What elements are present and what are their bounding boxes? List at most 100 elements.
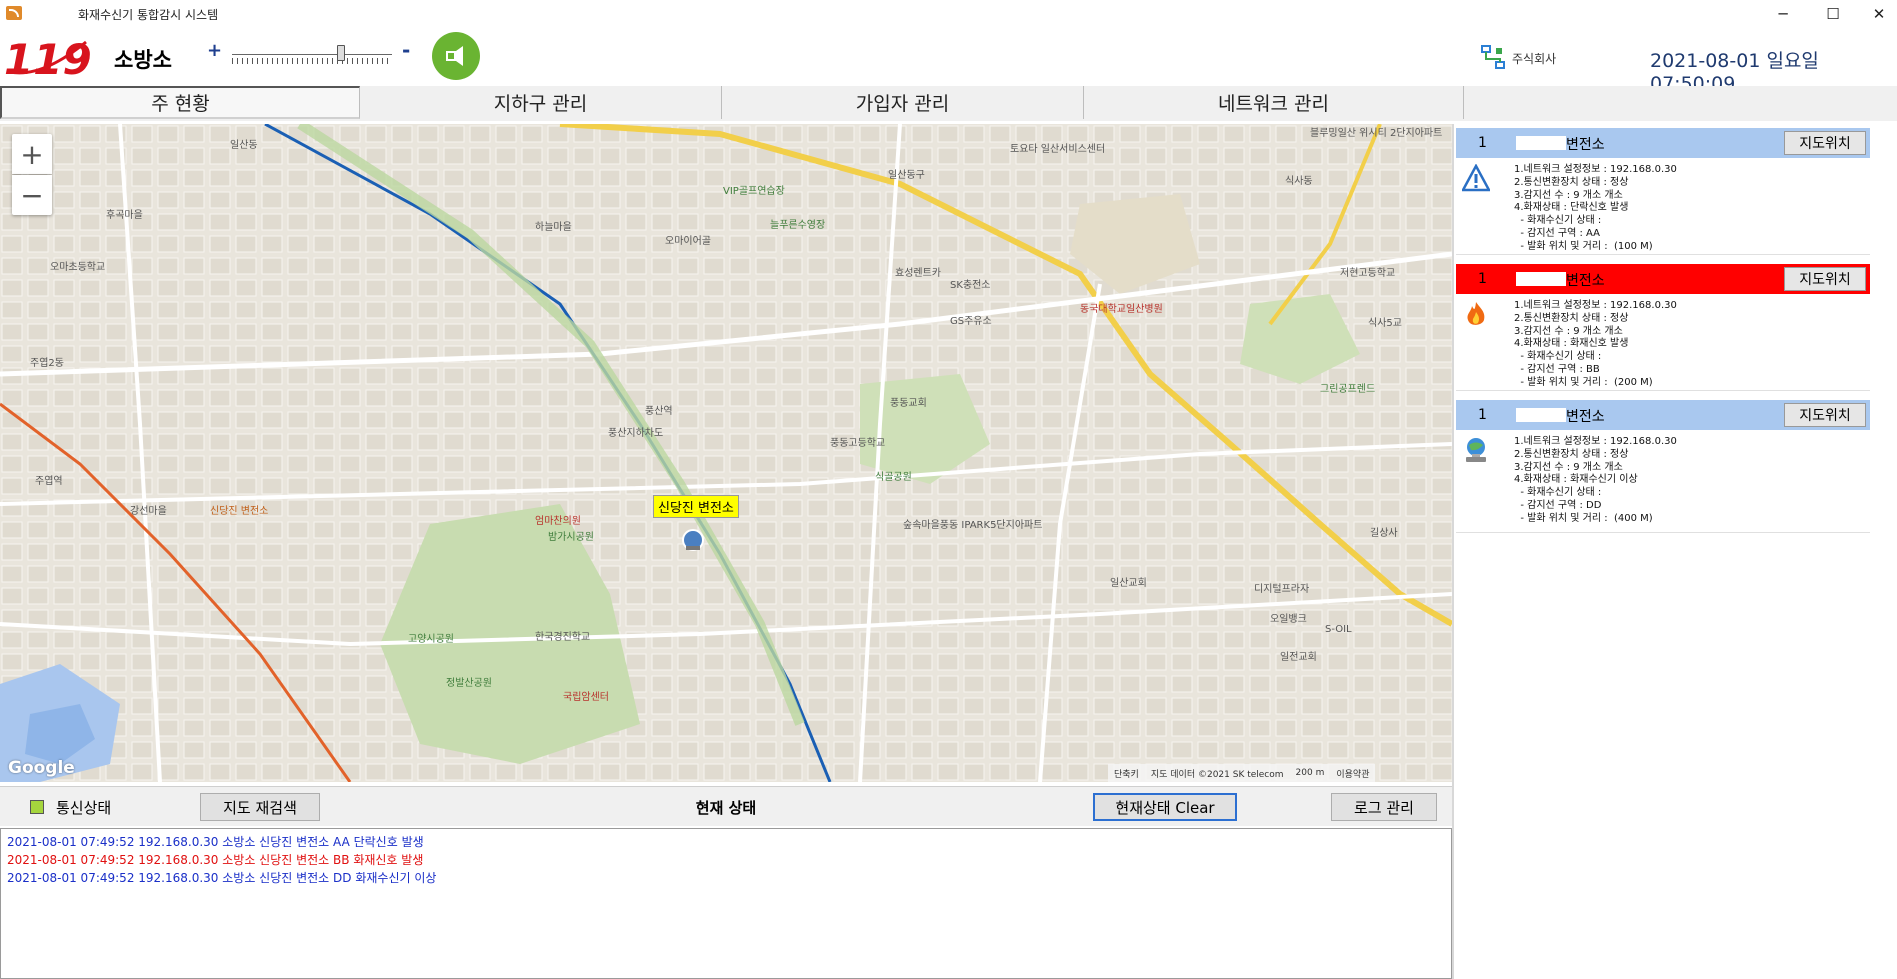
log-entry: 2021-08-01 07:49:52 192.168.0.30 소방소 신당진… <box>7 835 424 849</box>
speaker-button[interactable] <box>432 32 480 80</box>
detail-line: 2.통신변환장치 상태 : 정상 <box>1514 312 1629 324</box>
log-entry: 2021-08-01 07:49:52 192.168.0.30 소방소 신당진… <box>7 853 424 867</box>
substation-marker-label[interactable]: 신당진 변전소 <box>653 495 739 518</box>
map-data-attribution: 지도 데이터 ©2021 SK telecom <box>1150 769 1284 780</box>
map-label: 풍동고등학교 <box>830 438 886 449</box>
map-label: S-OIL <box>1325 624 1352 635</box>
speaker-icon <box>446 46 463 66</box>
minimize-button[interactable]: ─ <box>1760 0 1806 28</box>
tab-bar: 주 현황 지하구 관리 가입자 관리 네트워크 관리 <box>0 86 1897 121</box>
detail-line: 3.감지선 수 : 9 개소 개소 <box>1514 189 1623 201</box>
map-location-button[interactable]: 지도위치 <box>1784 131 1866 155</box>
company-logo-icon <box>1481 45 1505 69</box>
close-button[interactable]: ✕ <box>1856 0 1897 28</box>
card-name: 변전소 <box>1566 273 1605 289</box>
detail-line: 1.네트워크 설정정보 : 192.168.0.30 <box>1514 436 1677 447</box>
detail-line: 1.네트워크 설정정보 : 192.168.0.30 <box>1514 164 1677 175</box>
card-header: 1 변전소 지도위치 <box>1456 264 1870 294</box>
map-label: 풍산지하차도 <box>608 428 664 439</box>
detail-line: - 감지선 구역 : BB <box>1514 363 1600 375</box>
log-entry: 2021-08-01 07:49:52 192.168.0.30 소방소 신당진… <box>7 871 437 885</box>
map-label: 하늘마을 <box>535 222 572 233</box>
detail-line: 4.화재상태 : 화재신호 발생 <box>1514 338 1629 350</box>
status-bar: 통신상태 지도 재검색 현재 상태 현재상태 Clear 로그 관리 <box>0 786 1452 826</box>
card-details: 1.네트워크 설정정보 : 192.168.0.30 2.통신변환장치 상태 :… <box>1514 164 1677 254</box>
zoom-in-button[interactable]: + <box>12 134 52 174</box>
map-label: 강선마을 <box>130 506 167 517</box>
tab-underground-management[interactable]: 지하구 관리 <box>360 86 722 119</box>
zoom-out-button[interactable]: − <box>12 175 52 215</box>
map-location-button[interactable]: 지도위치 <box>1784 267 1866 291</box>
map-label: 고양시공원 <box>408 634 454 645</box>
detail-line: - 화재수신기 상태 : <box>1514 351 1602 363</box>
map-label: 블루밍일산 위시티 2단지아파트 <box>1310 128 1443 139</box>
map-label: 후곡마을 <box>106 210 143 221</box>
map-label: GS주유소 <box>950 316 992 327</box>
masked-name <box>1516 136 1566 150</box>
map-label: 식사5교 <box>1368 318 1402 329</box>
map-label: 오마초등학교 <box>50 262 106 273</box>
clear-status-button[interactable]: 현재상태 Clear <box>1093 793 1237 821</box>
map-label: 식사동 <box>1285 176 1313 187</box>
detail-line: 1.네트워크 설정정보 : 192.168.0.30 <box>1514 300 1677 311</box>
detail-line: - 발화 위치 및 거리 : (200 M) <box>1514 376 1653 388</box>
detail-line: 4.화재상태 : 화재수신기 이상 <box>1514 474 1638 486</box>
map-label: 일산동 <box>230 140 258 151</box>
map-label: 길상사 <box>1370 528 1398 539</box>
map-label: 국립암센터 <box>563 692 609 703</box>
detail-line: - 감지선 구역 : AA <box>1514 227 1601 239</box>
map-label: 오일뱅크 <box>1270 614 1307 625</box>
map-label: 동국대학교일산병원 <box>1080 304 1163 315</box>
map-location-button[interactable]: 지도위치 <box>1784 403 1866 427</box>
tab-subscriber-management[interactable]: 가입자 관리 <box>722 86 1084 119</box>
map-label: 풍동교회 <box>890 398 927 409</box>
map-label: 정발산공원 <box>446 678 492 689</box>
receiver-error-icon <box>1466 438 1486 462</box>
detail-line: - 발화 위치 및 거리 : (100 M) <box>1514 240 1653 252</box>
map-label: 토요타 일산서비스센터 <box>1010 144 1106 155</box>
app-window: 화재수신기 통합감시 시스템 ─ ☐ ✕ 119 소방소 + - 주식회사 20… <box>0 0 1897 979</box>
map-view[interactable]: + − 후곡마을 오마초등학교 주엽2동 주엽역 강선마을 일산동 하늘마을 오… <box>0 124 1452 782</box>
map-label: 디지털프라자 <box>1254 584 1310 595</box>
station-name: 소방소 <box>114 48 172 72</box>
tab-main-status[interactable]: 주 현황 <box>0 86 360 119</box>
detail-line: 2.통신변환장치 상태 : 정상 <box>1514 176 1629 188</box>
map-shortcuts-link[interactable]: 단축키 <box>1114 767 1139 780</box>
card-details: 1.네트워크 설정정보 : 192.168.0.30 2.통신변환장치 상태 :… <box>1514 300 1677 390</box>
detail-line: 4.화재상태 : 단락신호 발생 <box>1514 202 1629 214</box>
tab-network-management[interactable]: 네트워크 관리 <box>1084 86 1464 119</box>
log-management-button[interactable]: 로그 관리 <box>1331 793 1437 821</box>
maximize-button[interactable]: ☐ <box>1810 0 1856 28</box>
card-header: 1 변전소 지도위치 <box>1456 128 1870 158</box>
map-label: 일산동구 <box>888 170 925 181</box>
card-header: 1 변전소 지도위치 <box>1456 400 1870 430</box>
google-logo: Google <box>8 758 75 778</box>
comm-status-label: 통신상태 <box>56 799 112 817</box>
detail-line: - 화재수신기 상태 : <box>1514 487 1602 499</box>
card-number: 1 <box>1478 407 1487 423</box>
map-label: 한국경진학교 <box>535 632 591 643</box>
company-name: 주식회사 <box>1512 52 1557 66</box>
detail-line: 3.감지선 수 : 9 개소 개소 <box>1514 461 1623 473</box>
window-title: 화재수신기 통합감시 시스템 <box>78 8 219 22</box>
substation-list-panel: 1 변전소 지도위치 1.네트워크 설정정보 : 192.168.0.30 2.… <box>1452 124 1897 979</box>
map-terms-link[interactable]: 이용약관 <box>1336 767 1369 780</box>
detail-line: - 화재수신기 상태 : <box>1514 215 1602 227</box>
map-label: 풍산역 <box>645 406 673 417</box>
map-label: 주엽역 <box>35 476 63 487</box>
card-number: 1 <box>1478 135 1487 151</box>
map-label: 신당진 변전소 <box>210 506 269 517</box>
map-label: 주엽2동 <box>30 358 64 369</box>
card-divider <box>1456 390 1870 391</box>
masked-name <box>1516 272 1566 286</box>
detail-line: - 감지선 구역 : DD <box>1514 499 1602 511</box>
detail-line: 3.감지선 수 : 9 개소 개소 <box>1514 325 1623 337</box>
map-research-button[interactable]: 지도 재검색 <box>200 793 320 821</box>
map-label: VIP골프연습장 <box>723 186 785 197</box>
volume-slider-thumb[interactable] <box>336 45 345 61</box>
map-label: 늘푸른수영장 <box>770 220 826 231</box>
card-details: 1.네트워크 설정정보 : 192.168.0.30 2.통신변환장치 상태 :… <box>1514 436 1677 526</box>
event-log[interactable]: 2021-08-01 07:49:52 192.168.0.30 소방소 신당진… <box>0 828 1452 979</box>
detail-line: - 발화 위치 및 거리 : (400 M) <box>1514 512 1653 524</box>
header: 119 소방소 + - 주식회사 2021-08-01 일요일 07:50:09 <box>0 28 1897 95</box>
